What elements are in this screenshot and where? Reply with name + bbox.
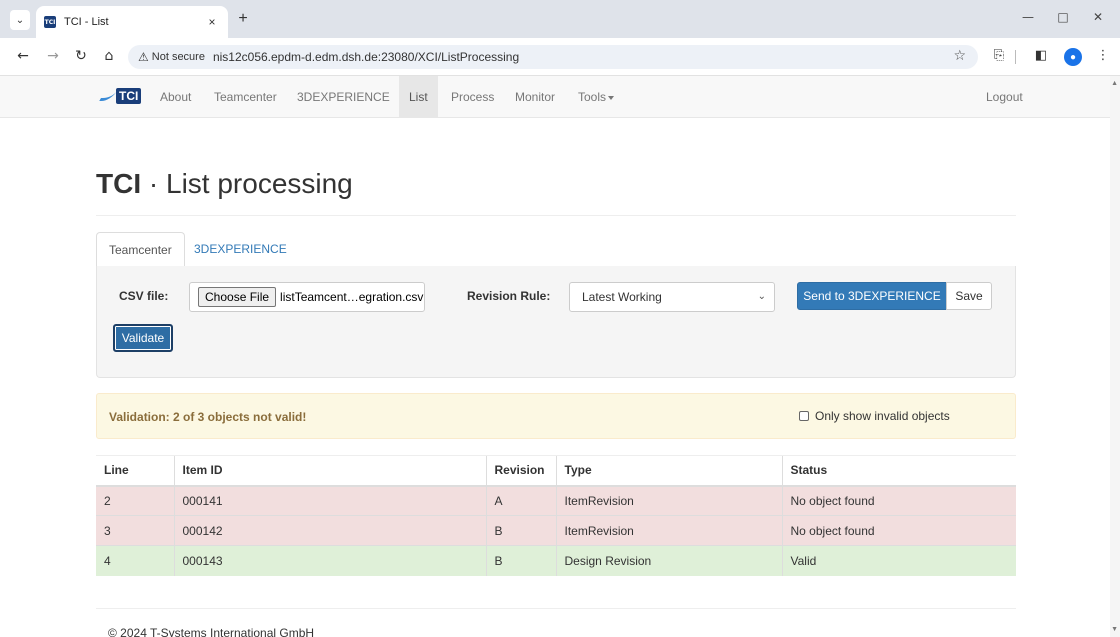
nav-tools[interactable]: Tools [578,76,615,118]
cell-status: No object found [781,515,1016,546]
col-line: Line [96,455,174,487]
page-title-rest: · List processing [141,168,353,199]
scroll-up-icon[interactable]: ▲ [1111,80,1118,87]
cell-type: ItemRevision [555,485,782,516]
upload-form: CSV file: Choose File listTeamcent…egrat… [96,266,1016,378]
cell-item-id: 000142 [173,515,486,546]
title-divider [96,215,1016,216]
not-secure-label[interactable]: Not secure [152,51,205,63]
cell-item-id: 000143 [173,545,486,576]
system-tabs: Teamcenter 3DEXPERIENCE [96,232,1016,268]
cell-revision: A [485,485,556,516]
csv-file-input[interactable]: Choose File listTeamcent…egration.csv [189,282,425,312]
extensions-icon[interactable]: ⎘ [990,48,1008,63]
url-bar[interactable]: ⚠ Not secure nis12c056.epdm-d.edm.dsh.de… [128,45,978,69]
choose-file-button[interactable]: Choose File [198,287,277,307]
send-to-3dexperience-button[interactable]: Send to 3DEXPERIENCE [797,282,947,310]
cell-status: Valid [781,545,1016,576]
minimize-icon[interactable]: — [1018,10,1038,24]
reload-icon[interactable]: ↻ [72,48,90,64]
col-status: Status [781,455,1016,487]
table-row: 4 000143 B Design Revision Valid [96,545,1016,576]
revision-rule-value: Latest Working [582,290,662,304]
revision-rule-select[interactable]: Latest Working ⌄ [569,282,775,312]
cell-line: 2 [96,485,174,516]
cell-type: ItemRevision [555,515,782,546]
back-icon[interactable]: ← [14,48,32,64]
cell-line: 4 [96,545,174,576]
profile-icon[interactable]: ● [1064,48,1082,66]
cell-status: No object found [781,485,1016,516]
validation-message: Validation: 2 of 3 objects not valid! [109,410,307,424]
table-row: 2 000141 A ItemRevision No object found [96,485,1016,516]
validate-button[interactable]: Validate [113,324,173,352]
revision-rule-label: Revision Rule: [467,289,551,303]
caret-down-icon [608,95,615,100]
warning-icon[interactable]: ⚠ [138,50,149,64]
cell-item-id: 000141 [173,485,486,516]
cell-revision: B [485,545,556,576]
csv-file-label: CSV file: [119,289,169,303]
cell-line: 3 [96,515,174,546]
maximize-icon[interactable]: □ [1053,10,1073,24]
scroll-down-icon[interactable]: ▼ [1111,626,1118,633]
favicon-icon: TCI [44,16,56,28]
tab-3dexperience[interactable]: 3DEXPERIENCE [182,232,299,267]
footer-divider [96,608,1016,609]
file-name: listTeamcent…egration.csv [280,290,424,304]
app-navbar: TCI About Teamcenter 3DEXPERIENCE List P… [0,76,1120,118]
table-row: 3 000142 B ItemRevision No object found [96,515,1016,546]
nav-tools-label: Tools [578,90,607,104]
forward-icon[interactable]: → [44,48,62,64]
page-title: TCI · List processing [96,168,353,200]
new-tab-button[interactable]: + [234,10,252,28]
scrollbar[interactable]: ▲ ▼ [1110,76,1120,637]
brand-logo[interactable]: TCI [99,88,142,104]
col-revision: Revision [485,455,556,487]
side-panel-icon[interactable]: ◧ [1032,48,1050,63]
home-icon[interactable]: ⌂ [100,48,118,64]
footer-copyright: © 2024 T-Systems International GmbH [108,626,315,637]
table-header-row: Line Item ID Revision Type Status [96,455,1016,487]
page-viewport: TCI About Teamcenter 3DEXPERIENCE List P… [0,76,1120,637]
tab-title: TCI - List [64,16,109,28]
validation-alert: Validation: 2 of 3 objects not valid! On… [96,393,1016,439]
invalid-only-checkbox[interactable] [799,411,809,421]
tab-search-icon[interactable]: ⌄ [10,10,30,30]
nav-logout[interactable]: Logout [986,76,1023,118]
page-title-bold: TCI [96,168,142,199]
col-item-id: Item ID [173,455,486,487]
nav-3dexperience[interactable]: 3DEXPERIENCE [297,76,390,118]
toolbar-divider [1015,50,1016,64]
browser-tab-bar: ⌄ TCI TCI - List × + — □ ✕ [0,0,1120,38]
chevron-down-icon: ⌄ [757,291,766,302]
address-bar: ← → ↻ ⌂ ⚠ Not secure nis12c056.epdm-d.ed… [0,38,1120,76]
menu-icon[interactable]: ⋮ [1094,48,1112,63]
results-table: Line Item ID Revision Type Status 2 0001… [96,455,1016,576]
url-text[interactable]: nis12c056.epdm-d.edm.dsh.de:23080/XCI/Li… [213,50,519,64]
tab-close-icon[interactable]: × [204,15,220,29]
cell-revision: B [485,515,556,546]
close-window-icon[interactable]: ✕ [1088,10,1108,24]
nav-list[interactable]: List [399,76,438,118]
nav-about[interactable]: About [160,76,191,118]
tab-teamcenter[interactable]: Teamcenter [96,232,185,268]
nav-process[interactable]: Process [451,76,494,118]
col-type: Type [555,455,782,487]
save-button[interactable]: Save [946,282,992,310]
nav-teamcenter[interactable]: Teamcenter [214,76,277,118]
nav-monitor[interactable]: Monitor [515,76,555,118]
logo-swoosh-icon [99,91,117,101]
browser-tab[interactable]: TCI TCI - List × [36,6,228,38]
bookmark-star-icon[interactable]: ☆ [953,48,966,64]
invalid-only-label[interactable]: Only show invalid objects [815,409,950,423]
brand-text: TCI [116,88,142,104]
cell-type: Design Revision [555,545,782,576]
